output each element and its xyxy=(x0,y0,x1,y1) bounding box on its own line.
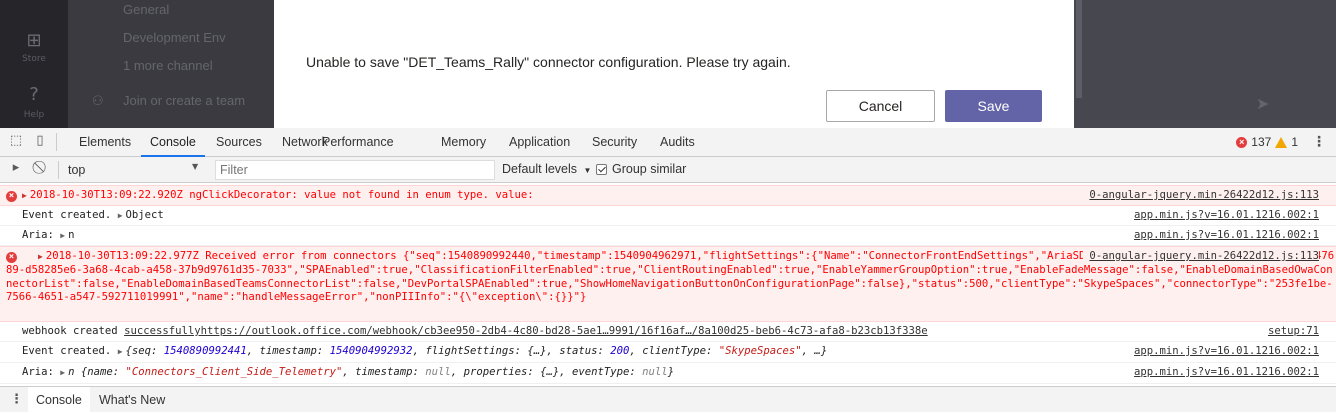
devtools-panel: ⬚ ▯ Elements Console Sources Network Perform… xyxy=(0,128,1336,413)
channel-item[interactable]: General xyxy=(123,2,169,17)
tab-performance[interactable]: Performance xyxy=(313,128,403,157)
toolbar-divider xyxy=(56,133,57,151)
preview-value: 200 xyxy=(610,345,630,357)
source-link[interactable]: setup:71 xyxy=(1268,325,1319,339)
error-count: 137 xyxy=(1251,135,1272,149)
console-message-log[interactable]: Aria: ▶ n {name: "Connectors_Client_Side_… xyxy=(0,363,1336,384)
rail-label-store: Store xyxy=(22,54,46,64)
drawer-tab-whats-new[interactable]: What's New xyxy=(91,387,173,413)
device-toolbar-icon[interactable]: ▯ xyxy=(30,133,50,151)
message-text: Event created. xyxy=(22,209,112,221)
source-link[interactable]: app.min.js?v=16.01.1216.002:1 xyxy=(1134,366,1319,380)
teams-app-background: ⊞ Store ? Help General Development Env 1… xyxy=(0,0,1336,128)
console-toolbar: ▸ ⃠ top ▼ Default levels ▼ Group similar xyxy=(0,157,1336,183)
tab-application[interactable]: Application xyxy=(500,128,579,157)
join-team-link[interactable]: Join or create a team xyxy=(123,93,245,108)
send-icon[interactable]: ➤ xyxy=(1256,94,1269,113)
preview-value: "Connectors_Client_Side_Telemetry" xyxy=(125,366,343,378)
chevron-down-icon: ▼ xyxy=(583,166,592,175)
source-link[interactable]: app.min.js?v=16.01.1216.002:1 xyxy=(1134,229,1319,243)
filter-input[interactable] xyxy=(215,160,495,180)
expand-triangle-icon[interactable]: ▶ xyxy=(60,366,65,380)
object-preview[interactable]: n xyxy=(68,229,74,241)
webhook-url-link[interactable]: successfullyhttps://outlook.office.com/w… xyxy=(124,325,928,337)
console-message-error[interactable]: × ▶ 2018-10-30T13:09:22.977Z Received err… xyxy=(0,246,1336,322)
message-text: Aria: xyxy=(22,366,54,378)
store-icon[interactable]: ⊞ xyxy=(22,30,46,52)
console-message-log[interactable]: Event created. ▶ Object app.min.js?v=16.0… xyxy=(0,206,1336,226)
log-levels-label: Default levels xyxy=(502,162,578,176)
console-message-log[interactable]: webhook created successfullyhttps://outl… xyxy=(0,322,1336,342)
context-selector[interactable]: top xyxy=(68,160,204,180)
expand-triangle-icon[interactable]: ▶ xyxy=(22,250,43,264)
group-similar-checkbox[interactable]: Group similar xyxy=(596,162,686,176)
warning-count: 1 xyxy=(1291,135,1298,149)
rail-label-help: Help xyxy=(23,110,45,120)
group-similar-label: Group similar xyxy=(612,162,687,176)
clear-console-icon[interactable]: ⃠ xyxy=(32,160,52,178)
preview-value: 1540904992932 xyxy=(329,345,413,357)
more-channels-link[interactable]: 1 more channel xyxy=(123,58,213,73)
preview-value: "SkypeSpaces" xyxy=(718,345,802,357)
expand-triangle-icon[interactable]: ▶ xyxy=(118,209,123,223)
console-message-log[interactable]: Event created. ▶ {seq: 1540890992441, tim… xyxy=(0,342,1336,363)
drawer-menu-icon[interactable]: ⋮ xyxy=(10,392,23,407)
app-main-area xyxy=(1074,0,1336,128)
source-link[interactable]: 0-angular-jquery.min-26422d12.js:113 xyxy=(1089,189,1319,203)
console-message-error[interactable]: × ▶ 2018-10-30T13:09:22.920Z ngClickDecor… xyxy=(0,185,1336,206)
preview-value: null xyxy=(425,366,451,378)
tab-sources[interactable]: Sources xyxy=(207,128,271,157)
preview-value: 1540890992441 xyxy=(163,345,247,357)
app-rail: ⊞ Store ? Help xyxy=(0,0,68,128)
error-icon: × xyxy=(6,191,17,202)
channel-item[interactable]: Development Env xyxy=(123,30,226,45)
warning-icon xyxy=(1275,136,1288,148)
source-link[interactable]: app.min.js?v=16.01.1216.002:1 xyxy=(1134,345,1319,359)
expand-triangle-icon[interactable]: ▶ xyxy=(22,189,27,203)
expand-triangle-icon[interactable]: ▶ xyxy=(60,229,65,243)
preview-value: {…} xyxy=(527,345,547,357)
checkbox-checked-icon xyxy=(596,163,607,175)
log-levels-dropdown[interactable]: Default levels ▼ xyxy=(502,162,591,176)
message-text: webhook created xyxy=(22,325,125,337)
drawer-tab-console[interactable]: Console xyxy=(28,387,90,413)
kebab-menu-icon[interactable]: ⋮ xyxy=(1312,134,1326,150)
console-message-log[interactable]: Aria: ▶ n app.min.js?v=16.01.1216.002:1 xyxy=(0,226,1336,246)
inspect-element-icon[interactable]: ⬚ xyxy=(6,133,26,151)
tab-console[interactable]: Console xyxy=(141,128,205,157)
show-sidebar-icon[interactable]: ▸ xyxy=(6,160,26,178)
save-button[interactable]: Save xyxy=(945,90,1042,122)
error-icon: × xyxy=(1236,136,1248,148)
dialog-error-message: Unable to save "DET_Teams_Rally" connect… xyxy=(306,54,791,70)
help-icon[interactable]: ? xyxy=(22,84,46,106)
cancel-button[interactable]: Cancel xyxy=(826,90,935,122)
channel-list: General Development Env 1 more channel ⚇… xyxy=(68,0,274,128)
toolbar-divider xyxy=(58,161,59,179)
message-text: 2018-10-30T13:09:22.920Z ngClickDecorato… xyxy=(29,189,534,201)
tab-audits[interactable]: Audits xyxy=(651,128,704,157)
app-scrollbar[interactable] xyxy=(1076,0,1082,98)
object-preview[interactable]: Object xyxy=(126,209,164,221)
issue-counts[interactable]: × 137 1 xyxy=(1236,135,1298,149)
tab-memory[interactable]: Memory xyxy=(432,128,495,157)
preview-value: null xyxy=(642,366,668,378)
connector-dialog: Unable to save "DET_Teams_Rally" connect… xyxy=(274,0,1074,128)
source-link[interactable]: 0-angular-jquery.min-26422d12.js:113 xyxy=(1083,250,1319,264)
message-text: Event created. xyxy=(22,345,112,357)
tab-security[interactable]: Security xyxy=(583,128,646,157)
devtools-tabbar: ⬚ ▯ Elements Console Sources Network Perform… xyxy=(0,128,1336,157)
expand-triangle-icon[interactable]: ▶ xyxy=(118,345,123,359)
source-link[interactable]: app.min.js?v=16.01.1216.002:1 xyxy=(1134,209,1319,223)
join-team-icon: ⚇ xyxy=(92,93,104,108)
devtools-drawer: ⋮ Console What's New xyxy=(0,386,1336,413)
chevron-down-icon: ▼ xyxy=(192,162,199,171)
tab-elements[interactable]: Elements xyxy=(70,128,140,157)
preview-value: {…} xyxy=(540,366,560,378)
message-text: Aria: xyxy=(22,229,54,241)
console-messages: × ▶ 2018-10-30T13:09:22.920Z ngClickDecor… xyxy=(0,183,1336,386)
